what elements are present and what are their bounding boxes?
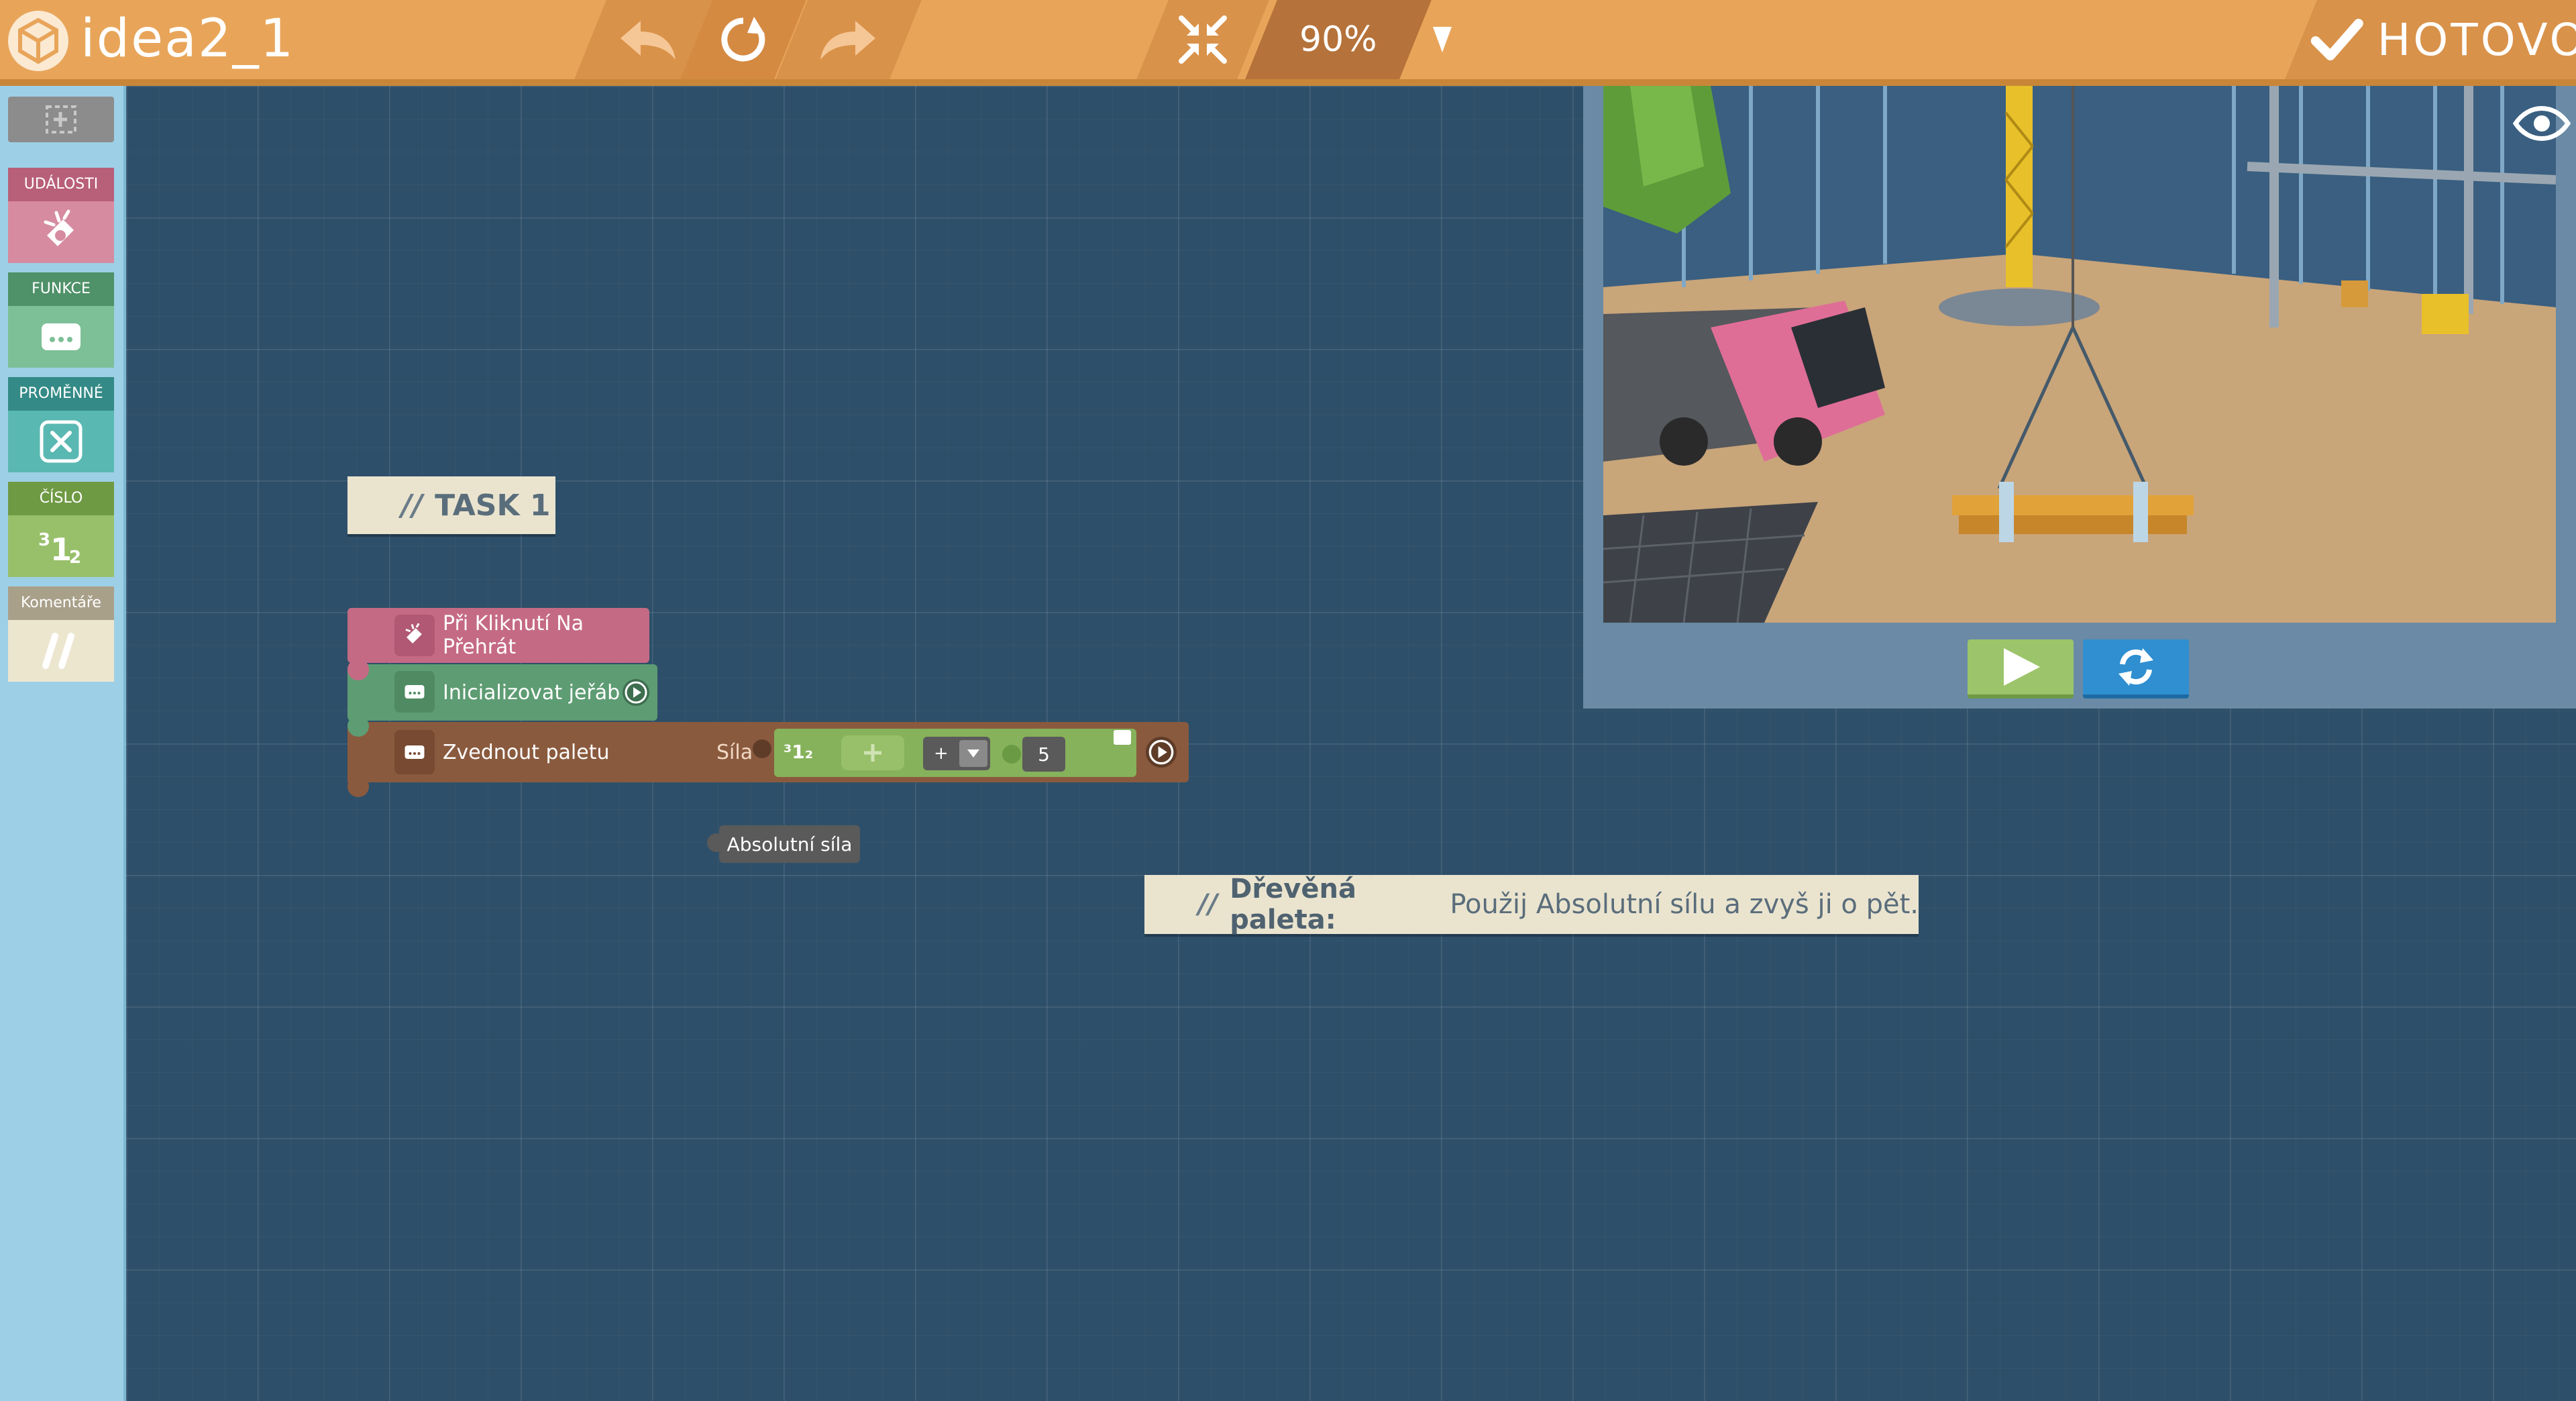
plus-icon [864,744,881,762]
comment-quote-icon: // [1198,889,1218,920]
play-button[interactable] [1968,639,2074,698]
reset-button[interactable] [2083,639,2189,698]
run-arrow-icon[interactable] [623,679,649,706]
block-connector [347,659,369,680]
number-badge-icon: ³1₂ [784,741,814,763]
empty-value-slot[interactable] [841,735,904,770]
svg-text:2: 2 [69,548,81,568]
lift-pallet-block[interactable]: Zvednout paletu Síla ³1₂ + 5 [347,715,1189,797]
block-connector [347,776,369,797]
variable-icon [8,411,114,472]
init-crane-block[interactable]: Inicializovat jeřáb 1 [347,659,657,721]
comment-quote-icon: // [401,488,423,523]
project-title: idea2_1 [80,9,295,69]
hint-comment[interactable]: // Dřevěná paleta: Použij Absolutní sílu… [1144,874,1919,935]
function-block-icon [394,730,435,774]
play-icon [2004,648,2040,686]
block-palette: UDÁLOSTI FUNKCE PROMĚNNÉ ČÍSLO 3 1 2 Kom… [0,86,126,1401]
input-socket [1002,745,1021,764]
events-icon [8,201,114,263]
zoom-level-label: 90% [1299,19,1377,60]
category-number[interactable]: ČÍSLO 3 1 2 [8,482,114,577]
init-crane-label: Inicializovat jeřáb 1 [443,680,639,705]
done-button[interactable]: HOTOVO [2285,0,2576,79]
number-value-field[interactable]: 5 [1022,737,1065,772]
category-comments[interactable]: Komentáře [8,586,114,682]
undo-icon [621,21,676,60]
checkmark-icon [2310,18,2363,60]
event-block-icon [394,615,435,656]
lift-pallet-label: Zvednout paletu [443,740,610,764]
output-connector [707,833,726,852]
category-label: PROMĚNNÉ [8,377,114,411]
hint-text: Použij Absolutní sílu a zvyš ji o pět. [1441,889,1919,920]
reset-icon [2118,648,2153,686]
comment-badge-icon[interactable] [1114,730,1131,745]
collapse-palette-button[interactable] [8,97,114,142]
run-arrow-icon[interactable] [1146,737,1177,768]
event-block-label: Při Kliknutí Na Přehrát [443,612,584,659]
top-bar: idea2_1 90% HOTOVO [0,0,2576,86]
done-label: HOTOVO [2377,13,2576,66]
event-block-on-play[interactable]: Při Kliknutí Na Přehrát [347,608,649,663]
category-label: ČÍSLO [8,482,114,515]
category-label: Komentáře [8,586,114,620]
construction-scene-image[interactable] [1603,86,2556,623]
category-label: UDÁLOSTI [8,168,114,201]
task-comment[interactable]: // TASK 1 [347,476,555,534]
category-events[interactable]: UDÁLOSTI [8,168,114,263]
operator-label: + [934,743,949,764]
block-connector [347,715,369,737]
toggle-view-button[interactable] [2512,97,2572,150]
function-icon [8,306,114,368]
redo-rotate-icon [721,17,765,62]
hint-bold-text: Dřevěná paleta: [1230,874,1356,935]
input-socket [753,739,771,758]
function-block-icon [394,671,435,713]
comment-icon [8,620,114,682]
fit-view-icon [1179,15,1227,64]
task-comment-text: TASK 1 [435,488,551,523]
collapse-icon [46,105,76,134]
zoom-dropdown-icon [1433,27,1452,52]
force-param-label: Síla [716,740,753,764]
category-variables[interactable]: PROMĚNNÉ [8,377,114,472]
category-functions[interactable]: FUNKCE [8,272,114,368]
operator-dropdown[interactable]: + [923,737,990,770]
chevron-down-icon [959,740,987,767]
absolute-force-block[interactable]: Absolutní síla [707,825,860,863]
number-icon: 3 1 2 [8,515,114,577]
absolute-force-label: Absolutní síla [727,833,853,855]
svg-text:3: 3 [38,530,50,550]
redo-icon [820,21,875,60]
eye-icon [2512,106,2571,141]
logo-icon [8,11,68,71]
category-label: FUNKCE [8,272,114,306]
simulation-preview-panel [1583,86,2576,709]
math-block[interactable]: ³1₂ + 5 [774,729,1136,777]
